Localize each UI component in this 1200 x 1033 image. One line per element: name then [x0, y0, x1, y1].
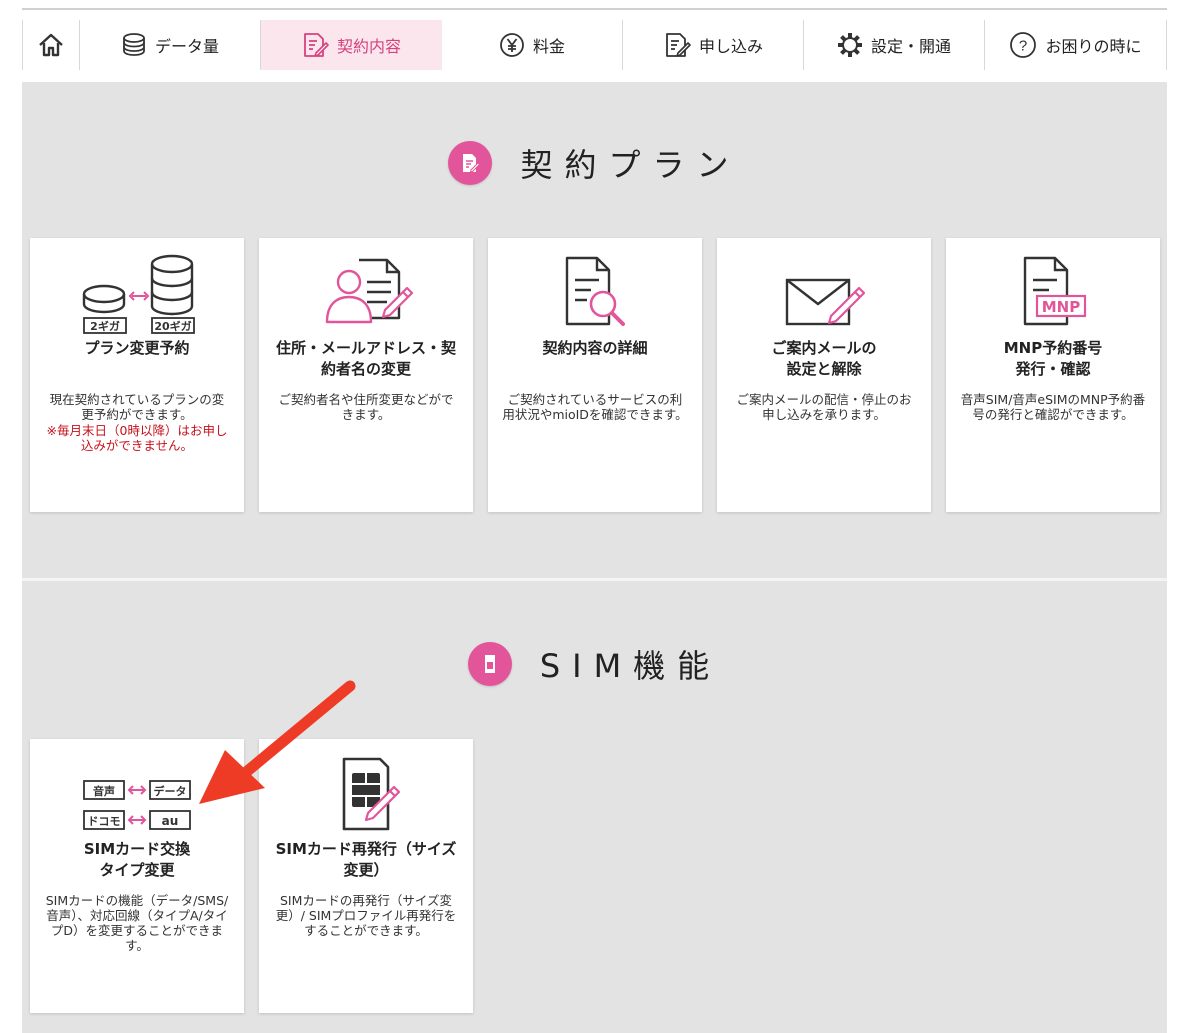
card-sim-exchange[interactable]: 音声 データ ドコモ au SIMカード交換 タイプ変更 SIMカードの機能（デ… [30, 739, 244, 1013]
card-mnp[interactable]: MNP MNP予約番号 発行・確認 音声SIM/音声eSIMのMNP予約番号の発… [946, 238, 1160, 512]
card-title: MNP予約番号 発行・確認 [1003, 339, 1103, 378]
card-description: 現在契約されているプランの変更予約ができます。 [49, 392, 225, 422]
card-title: ご案内メールの 設定と解除 [771, 339, 877, 378]
label-docomo: ドコモ [88, 815, 121, 828]
card-description: ご契約者名や住所変更などができます。 [278, 392, 454, 422]
mnp-label: MNP [1042, 298, 1080, 316]
person-document-icon [325, 258, 414, 324]
card-title: 契約内容の詳細 [542, 339, 648, 357]
nav-help[interactable]: ? お困りの時に [985, 20, 1167, 70]
section-heading: SIM機能 [22, 641, 1167, 687]
nav-label: 契約内容 [336, 37, 401, 56]
card-sim-reissue[interactable]: SIMカード再発行（サイズ変更） SIMカードの再発行（サイズ変更）/ SIMプ… [259, 739, 473, 1013]
contract-icon [304, 33, 329, 57]
card-title: 住所・メールアドレス・契約者名の変更 [275, 339, 456, 378]
nav-label: 設定・開通 [870, 37, 951, 56]
sim-type-swap-icon: 音声 データ ドコモ au [83, 780, 191, 830]
plan-change-icon: 2ギガ 20ギガ [82, 254, 195, 334]
label-au: au [162, 814, 179, 828]
contract-plan-section: 契約プラン 2ギガ 20ギガ プラン変更予約 現在契約されているプランの変更予約… [22, 82, 1167, 578]
yen-icon [500, 33, 524, 57]
sim-function-section: SIM機能 音声 データ ドコモ au SIMカード交換 タイプ変更 SIMカー… [22, 581, 1167, 1033]
nav-data[interactable]: データ量 [80, 20, 261, 70]
nav-label: 申し込み [698, 37, 763, 56]
plan-label-large: 20ギガ [154, 319, 191, 333]
section-title: SIM機能 [539, 647, 722, 685]
sim-reissue-icon [342, 757, 401, 831]
help-icon: ? [1010, 32, 1037, 58]
card-mail-settings[interactable]: ご案内メールの 設定と解除 ご案内メールの配信・停止のお申し込みを承ります。 [717, 238, 931, 512]
card-description: SIMカードの再発行（サイズ変更）/ SIMプロファイル再発行をすることができま… [275, 893, 457, 938]
nav-fee[interactable]: 料金 [442, 20, 623, 70]
gear-icon [837, 33, 862, 57]
nav-label: 料金 [532, 37, 565, 56]
nav-label: データ量 [154, 37, 219, 56]
top-rule [22, 8, 1167, 10]
nav-apply[interactable]: 申し込み [623, 20, 804, 70]
card-title: SIMカード再発行（サイズ変更） [275, 840, 457, 879]
plan-label-small: 2ギガ [90, 319, 120, 333]
home-icon [39, 33, 63, 57]
main-nav: データ量 契約内容 料金 申し込み 設定・開通 ? お困りの時に [22, 20, 1167, 70]
mnp-document-icon: MNP [1023, 256, 1087, 326]
section-title: 契約プラン [520, 146, 741, 184]
section-heading: 契約プラン [22, 140, 1167, 186]
nav-contract[interactable]: 契約内容 [261, 20, 442, 70]
label-data: データ [154, 784, 187, 798]
card-note: ※毎月末日（0時以降）はお申し込みができません。 [46, 423, 228, 453]
mail-edit-icon [785, 278, 866, 326]
data-stack-icon [123, 33, 145, 56]
label-voice: 音声 [93, 784, 115, 798]
nav-label: お困りの時に [1045, 37, 1142, 56]
card-contract-detail[interactable]: 契約内容の詳細 ご契約されているサービスの利用状況やmioIDを確認できます。 [488, 238, 702, 512]
card-description: SIMカードの機能（データ/SMS/音声）、対応回線（タイプA/タイプD）を変更… [45, 893, 229, 953]
sim-icon [467, 642, 512, 686]
card-description: ご契約されているサービスの利用状況やmioIDを確認できます。 [502, 392, 688, 422]
card-plan-change[interactable]: 2ギガ 20ギガ プラン変更予約 現在契約されているプランの変更予約ができます。… [30, 238, 244, 512]
svg-text:?: ? [1019, 38, 1027, 55]
card-title: SIMカード交換 タイプ変更 [83, 840, 191, 879]
card-description: 音声SIM/音声eSIMのMNP予約番号の発行と確認ができます。 [960, 392, 1146, 422]
nav-settings[interactable]: 設定・開通 [804, 20, 985, 70]
nav-home[interactable] [22, 20, 80, 70]
document-search-icon [565, 256, 625, 326]
contract-icon [448, 141, 493, 185]
application-icon [666, 33, 691, 57]
card-address-change[interactable]: 住所・メールアドレス・契約者名の変更 ご契約者名や住所変更などができます。 [259, 238, 473, 512]
card-description: ご案内メールの配信・停止のお申し込みを承ります。 [736, 392, 912, 422]
card-title: プラン変更予約 [84, 339, 190, 357]
